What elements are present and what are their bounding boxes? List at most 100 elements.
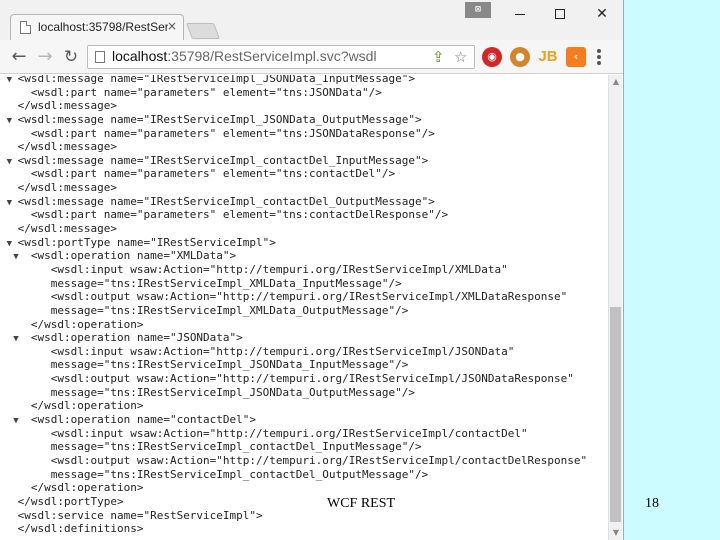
xml-line-text: <wsdl:input wsaw:Action="http://tempuri.… <box>17 262 508 276</box>
collapse-arrow-icon[interactable]: ▼ <box>7 75 18 86</box>
xml-line: </wsdl:operation> <box>0 481 607 495</box>
xml-line-text: <wsdl:portType name="IRestServiceImpl"> <box>17 235 276 249</box>
xml-line: message="tns:IRestServiceImpl_contactDel… <box>0 440 607 454</box>
xml-line: <wsdl:input wsaw:Action="http://tempuri.… <box>0 345 607 359</box>
reload-button[interactable]: ↻ <box>60 46 82 68</box>
back-button[interactable]: ← <box>8 46 30 68</box>
xml-line: <wsdl:output wsaw:Action="http://tempuri… <box>0 290 607 304</box>
collapse-arrow-icon[interactable]: ▼ <box>7 197 18 209</box>
xml-line-text: <wsdl:service name="RestServiceImpl"> <box>17 508 263 522</box>
share-icon[interactable]: ⇪ <box>432 48 445 66</box>
xml-line: ▼ <wsdl:message name="IRestServiceImpl_JS… <box>0 113 607 127</box>
xml-line-text: </wsdl:message> <box>17 99 117 113</box>
collapse-arrow-icon[interactable]: ▼ <box>7 156 18 168</box>
xml-line-text: message="tns:IRestServiceImpl_XMLData_In… <box>17 276 402 290</box>
xml-line: message="tns:IRestServiceImpl_JSONData_O… <box>0 386 607 400</box>
browser-window: localhost:35798/RestServi × ⊠ ✕ ← → ↻ lo… <box>0 0 624 540</box>
xml-source: ▼ <wsdl:message name="IRestServiceImpl_JS… <box>0 75 607 536</box>
minimize-icon <box>515 13 525 15</box>
scroll-down-arrow-icon[interactable]: ▼ <box>609 526 623 540</box>
xml-line: </wsdl:message> <box>0 140 607 154</box>
page-info-icon[interactable] <box>95 51 105 63</box>
xml-line: <wsdl:input wsaw:Action="http://tempuri.… <box>0 263 607 277</box>
xml-line: message="tns:IRestServiceImpl_contactDel… <box>0 468 607 482</box>
browser-tab[interactable]: localhost:35798/RestServi × <box>10 14 184 40</box>
forward-button[interactable]: → <box>34 46 56 68</box>
collapse-arrow-icon[interactable]: ▼ <box>7 238 18 250</box>
vertical-scrollbar[interactable]: ▲ ▼ <box>608 75 622 540</box>
tab-title: localhost:35798/RestServi <box>38 20 168 34</box>
xml-line-text: </wsdl:operation> <box>17 317 144 331</box>
tab-close-icon[interactable]: × <box>167 19 177 33</box>
xml-line: message="tns:IRestServiceImpl_XMLData_In… <box>0 277 607 291</box>
xml-line: <wsdl:output wsaw:Action="http://tempuri… <box>0 454 607 468</box>
xml-line: ▼ <wsdl:message name="IRestServiceImpl_co… <box>0 195 607 209</box>
title-bar: localhost:35798/RestServi × ⊠ ✕ <box>0 0 623 40</box>
xml-line-text: <wsdl:part name="parameters" element="tn… <box>17 208 449 222</box>
collapse-arrow-icon[interactable]: ▼ <box>7 115 18 127</box>
xml-line: <wsdl:service name="RestServiceImpl"> <box>0 509 607 523</box>
minimize-button[interactable] <box>500 0 540 28</box>
xml-viewer: ▼ <wsdl:message name="IRestServiceImpl_JS… <box>0 75 607 540</box>
maximize-button[interactable] <box>540 0 580 28</box>
browser-menu-icon[interactable] <box>596 48 602 66</box>
xml-line-text: </wsdl:portType> <box>17 494 124 508</box>
collapse-arrow-icon[interactable]: ▼ <box>13 333 24 345</box>
xml-line-text: </wsdl:message> <box>17 222 117 236</box>
url-path: :35798/RestServiceImpl.svc?wsdl <box>167 48 377 64</box>
slide-footer: WCF REST <box>327 496 396 511</box>
xml-line: </wsdl:message> <box>0 222 607 236</box>
collapse-arrow-icon[interactable]: ▼ <box>13 251 24 263</box>
xml-line-text: <wsdl:input wsaw:Action="http://tempuri.… <box>17 344 515 358</box>
xml-line: </wsdl:message> <box>0 181 607 195</box>
xml-line-text: </wsdl:operation> <box>17 481 144 495</box>
scroll-up-arrow-icon[interactable]: ▲ <box>609 75 623 89</box>
xml-line: message="tns:IRestServiceImpl_JSONData_I… <box>0 358 607 372</box>
xml-line-text: <wsdl:output wsaw:Action="http://tempuri… <box>17 453 588 467</box>
xml-line: ▼ <wsdl:message name="IRestServiceImpl_JS… <box>0 75 607 86</box>
extension-red-icon[interactable]: ◉ <box>482 47 502 67</box>
xml-line-text: <wsdl:output wsaw:Action="http://tempuri… <box>17 290 568 304</box>
profile-icon[interactable]: ⊠ <box>465 2 491 18</box>
url-text[interactable]: localhost:35798/RestServiceImpl.svc?wsdl <box>112 48 377 64</box>
xml-line: <wsdl:part name="parameters" element="tn… <box>0 167 607 181</box>
xml-line: <wsdl:part name="parameters" element="tn… <box>0 86 607 100</box>
close-window-button[interactable]: ✕ <box>582 0 622 28</box>
scrollbar-thumb[interactable] <box>610 307 621 522</box>
xml-line: </wsdl:operation> <box>0 399 607 413</box>
browser-toolbar: ← → ↻ localhost:35798/RestServiceImpl.sv… <box>0 40 623 74</box>
xml-line-text: message="tns:IRestServiceImpl_JSONData_O… <box>17 385 415 399</box>
xml-line: <wsdl:input wsaw:Action="http://tempuri.… <box>0 427 607 441</box>
menu-dot <box>597 55 601 59</box>
extension-orange-icon[interactable]: ‹ <box>566 47 586 67</box>
address-bar[interactable]: localhost:35798/RestServiceImpl.svc?wsdl… <box>87 45 475 69</box>
url-host: localhost <box>112 48 168 64</box>
xml-line: </wsdl:portType> <box>0 495 607 509</box>
xml-line-text: </wsdl:definitions> <box>17 522 144 536</box>
collapse-arrow-icon[interactable]: ▼ <box>13 415 24 427</box>
extension-cookie-icon[interactable]: ● <box>510 47 530 67</box>
bookmark-star-icon[interactable]: ☆ <box>454 48 467 66</box>
new-tab-button[interactable] <box>186 23 220 39</box>
extension-jetbrains-icon[interactable]: JB <box>538 47 558 67</box>
xml-line-text: <wsdl:input wsaw:Action="http://tempuri.… <box>17 426 528 440</box>
